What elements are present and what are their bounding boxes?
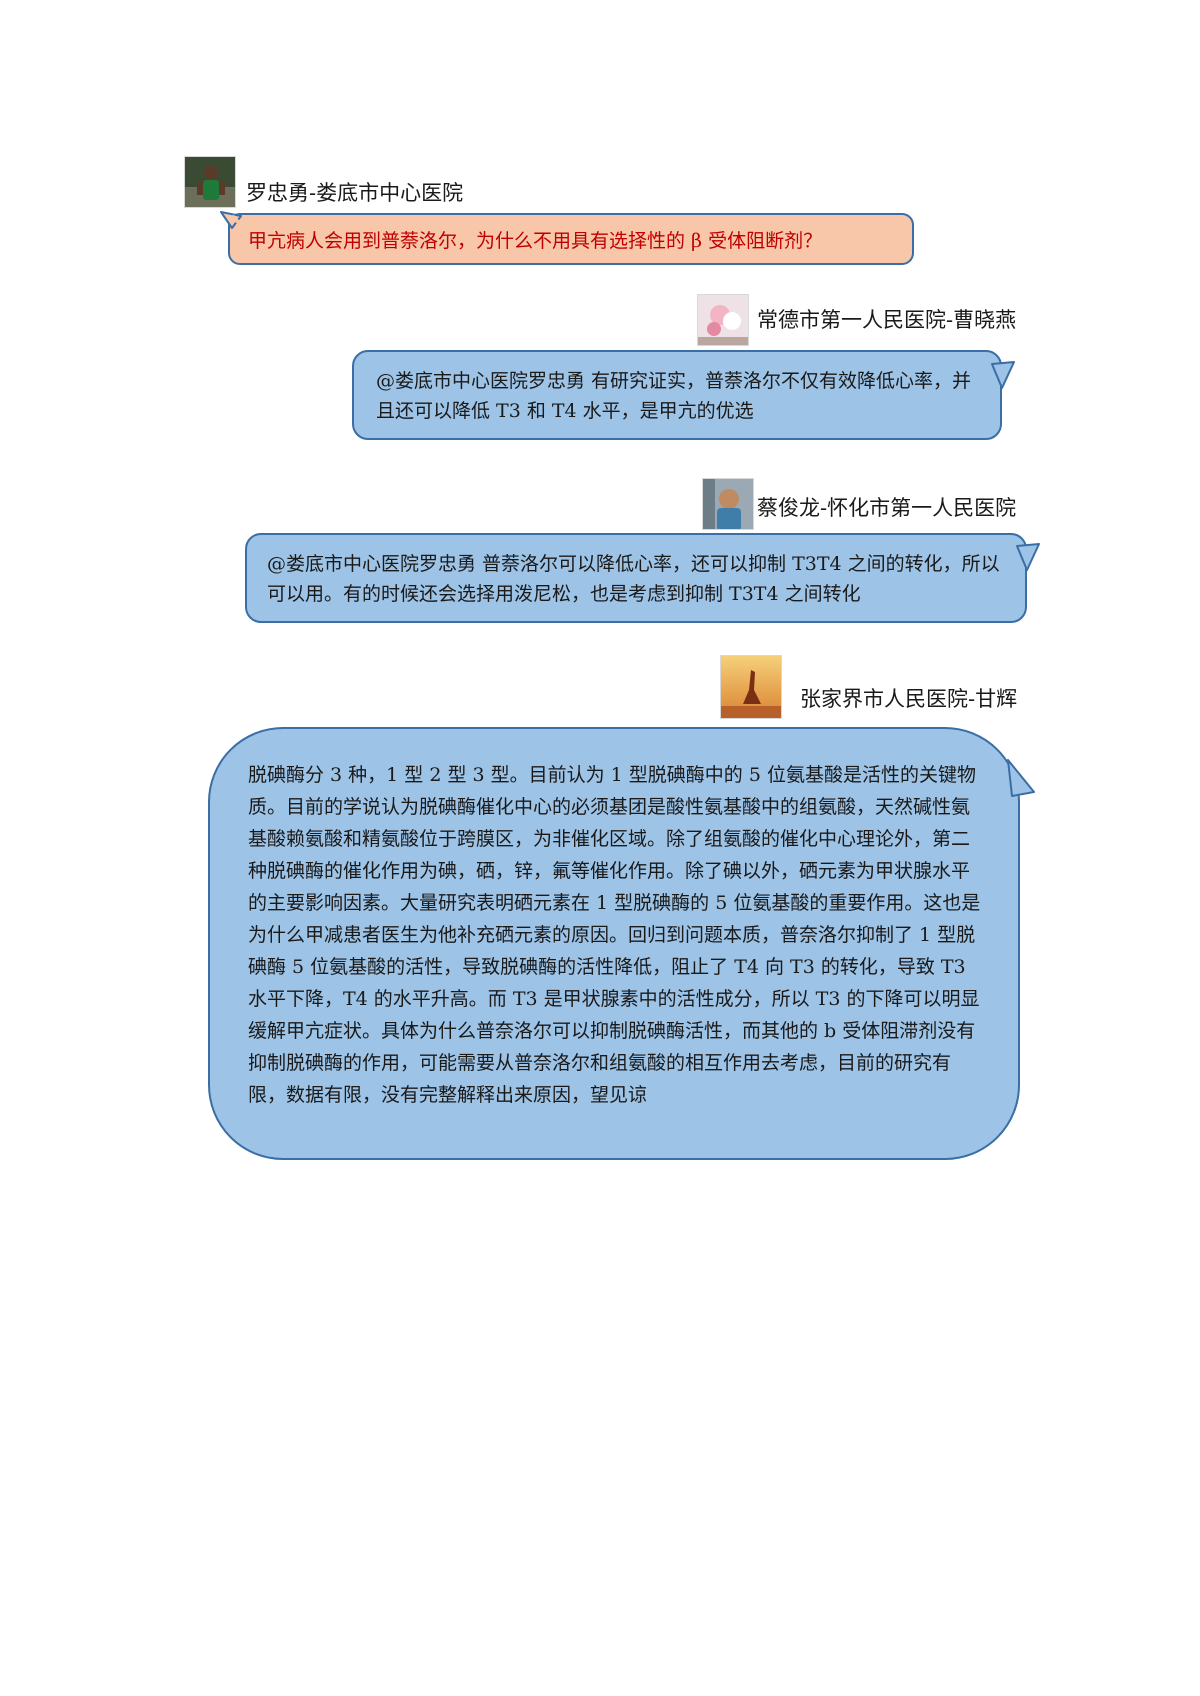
author-name: 蔡俊龙-怀化市第一人民医院 <box>757 496 1017 520</box>
message-bubble: 脱碘酶分 3 种，1 型 2 型 3 型。目前认为 1 型脱碘酶中的 5 位氨基… <box>208 727 1020 1160</box>
message-text: 甲亢病人会用到普萘洛尔，为什么不用具有选择性的 β 受体阻断剂？ <box>248 230 823 252</box>
person-avatar-icon[interactable] <box>184 156 236 208</box>
message-text: @娄底市中心医院罗忠勇 普萘洛尔可以降低心率，还可以抑制 T3T4 之间的转化，… <box>267 553 1000 605</box>
message-bubble: @娄底市中心医院罗忠勇 有研究证实，普萘洛尔不仅有效降低心率，并且还可以降低 T… <box>352 350 1002 440</box>
bubble-tail <box>220 211 242 229</box>
person-avatar-icon[interactable] <box>702 478 754 530</box>
sunset-silhouette-avatar-icon[interactable] <box>720 655 782 719</box>
message-text: @娄底市中心医院罗忠勇 有研究证实，普萘洛尔不仅有效降低心率，并且还可以降低 T… <box>376 370 972 422</box>
message-bubble: @娄底市中心医院罗忠勇 普萘洛尔可以降低心率，还可以抑制 T3T4 之间的转化，… <box>245 533 1027 623</box>
bubble-tail <box>991 361 1015 389</box>
plush-toy-avatar-icon[interactable] <box>697 294 749 346</box>
author-name: 常德市第一人民医院-曹晓燕 <box>757 308 1017 332</box>
message-bubble: 甲亢病人会用到普萘洛尔，为什么不用具有选择性的 β 受体阻断剂？ <box>228 213 914 265</box>
author-name: 罗忠勇-娄底市中心医院 <box>246 181 464 205</box>
message-text: 脱碘酶分 3 种，1 型 2 型 3 型。目前认为 1 型脱碘酶中的 5 位氨基… <box>248 764 981 1106</box>
author-name: 张家界市人民医院-甘辉 <box>800 687 1018 711</box>
bubble-tail <box>1016 543 1040 571</box>
bubble-tail <box>1007 759 1035 797</box>
